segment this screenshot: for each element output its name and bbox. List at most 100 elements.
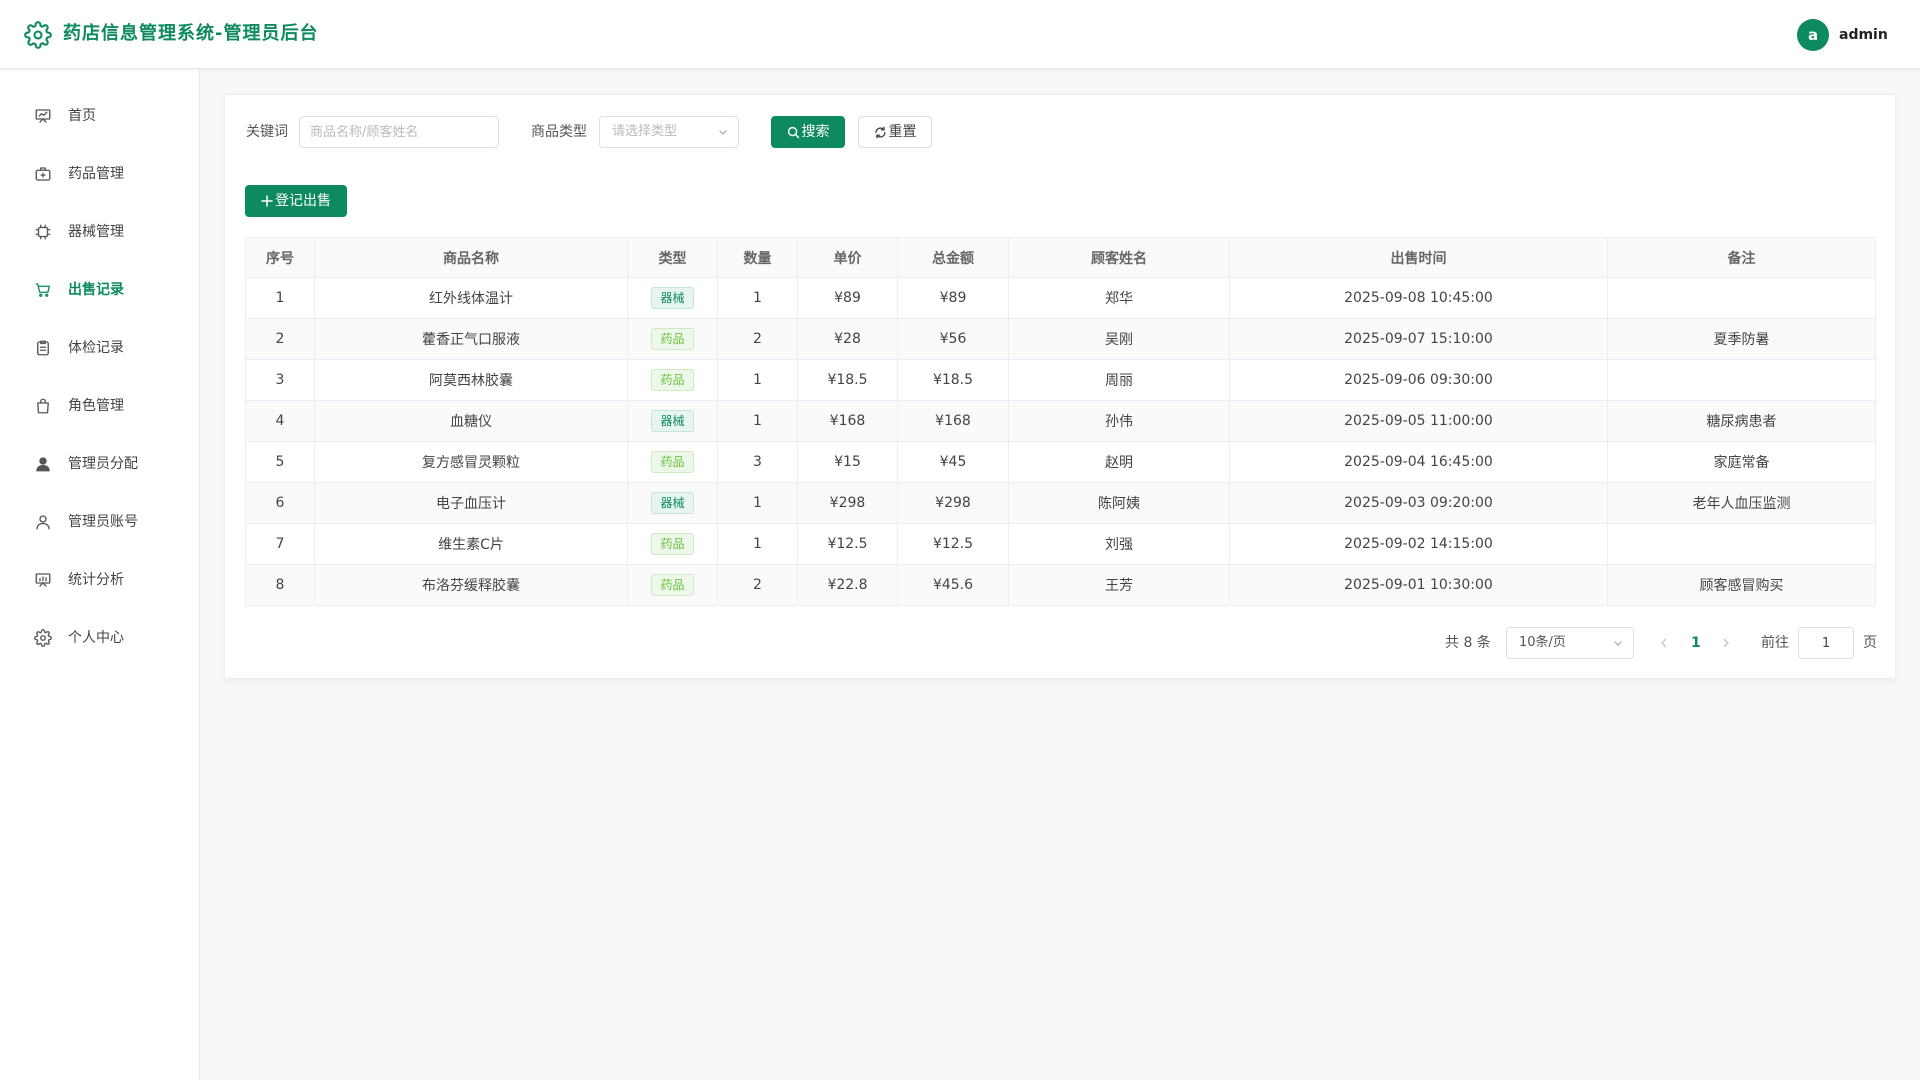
chevron-left-icon[interactable] [1655,633,1673,653]
col-header-qty[interactable]: 数量 [717,237,798,278]
sidebar-item-label: 首页 [68,108,96,124]
col-header-total[interactable]: 总金额 [897,237,1009,278]
refresh-icon [874,126,886,138]
keyword-input[interactable] [299,116,499,148]
sidebar-item-device-management[interactable]: 器械管理 [0,203,199,261]
cell-name: 复方感冒灵颗粒 [314,441,628,483]
cell-price: ¥298 [797,482,898,524]
sidebar-item-sales-records[interactable]: 出售记录 [0,261,199,319]
sidebar-item-home[interactable]: 首页 [0,87,199,145]
sidebar-item-checkup-records[interactable]: 体检记录 [0,319,199,377]
table-row[interactable]: 6 电子血压计 器械 1 ¥298 ¥298 陈阿姨 2025-09-03 09… [245,482,1876,524]
chevron-down-icon [1614,641,1622,646]
page-unit-label: 页 [1863,635,1877,651]
table-row[interactable]: 7 维生素C片 药品 1 ¥12.5 ¥12.5 刘强 2025-09-02 1… [245,523,1876,565]
avatar[interactable]: a [1797,19,1829,51]
type-tag: 器械 [651,287,694,309]
cell-qty: 1 [717,277,798,319]
sidebar-item-profile[interactable]: 个人中心 [0,609,199,667]
reset-button[interactable]: 重置 [858,116,932,148]
cell-time: 2025-09-07 15:10:00 [1229,318,1608,360]
cell-qty: 1 [717,359,798,401]
username[interactable]: admin [1839,25,1888,45]
type-tag: 器械 [651,410,694,432]
chip-icon [35,224,51,240]
table-row[interactable]: 2 藿香正气口服液 药品 2 ¥28 ¥56 吴刚 2025-09-07 15:… [245,318,1876,360]
cell-name: 电子血压计 [314,482,628,524]
sidebar-item-admin-accounts[interactable]: 管理员账号 [0,493,199,551]
cell-no: 7 [245,523,315,565]
user-filled-icon [36,457,50,472]
gear-icon [34,629,52,647]
type-label: 商品类型 [531,124,587,140]
cell-customer: 孙伟 [1008,400,1230,442]
sidebar: 首页 药品管理 器械管理 出售记录 体检记录 角色管理 管理员分配 管理员账号 … [0,69,200,1080]
cell-time: 2025-09-01 10:30:00 [1229,564,1608,606]
cell-type: 器械 [627,482,718,524]
cell-qty: 1 [717,482,798,524]
sidebar-item-drug-management[interactable]: 药品管理 [0,145,199,203]
type-tag: 器械 [651,492,694,514]
sidebar-item-role-management[interactable]: 角色管理 [0,377,199,435]
cart-icon [35,283,51,297]
cell-customer: 陈阿姨 [1008,482,1230,524]
cell-note [1607,523,1876,565]
table-row[interactable]: 3 阿莫西林胶囊 药品 1 ¥18.5 ¥18.5 周丽 2025-09-06 … [245,359,1876,401]
goto-page-input[interactable] [1798,627,1854,659]
col-header-customer[interactable]: 顾客姓名 [1008,237,1230,278]
cell-price: ¥28 [797,318,898,360]
sales-records-card: 关键词 商品类型 请选择类型 搜索 重置 登记出售 序号 商品名称 类型 数量 … [224,94,1896,679]
col-header-type[interactable]: 类型 [627,237,718,278]
table-header-row: 序号 商品名称 类型 数量 单价 总金额 顾客姓名 出售时间 备注 [245,237,1876,278]
cell-time: 2025-09-08 10:45:00 [1229,277,1608,319]
cell-qty: 2 [717,318,798,360]
cell-no: 8 [245,564,315,606]
table-row[interactable]: 5 复方感冒灵颗粒 药品 3 ¥15 ¥45 赵明 2025-09-04 16:… [245,441,1876,483]
chevron-right-icon[interactable] [1717,633,1735,653]
table-row[interactable]: 4 血糖仪 器械 1 ¥168 ¥168 孙伟 2025-09-05 11:00… [245,400,1876,442]
search-button-label: 搜索 [801,124,830,140]
sidebar-item-statistics[interactable]: 统计分析 [0,551,199,609]
reset-button-label: 重置 [888,124,917,140]
cell-total: ¥18.5 [897,359,1009,401]
cell-no: 6 [245,482,315,524]
page-number-1[interactable]: 1 [1691,633,1701,653]
app-title: 药店信息管理系统-管理员后台 [63,23,319,44]
cell-total: ¥12.5 [897,523,1009,565]
goto-label: 前往 [1761,635,1789,651]
type-select[interactable]: 请选择类型 [599,116,739,148]
col-header-time[interactable]: 出售时间 [1229,237,1608,278]
cell-no: 2 [245,318,315,360]
col-header-note[interactable]: 备注 [1607,237,1876,278]
cell-total: ¥298 [897,482,1009,524]
page-size-select[interactable]: 10条/页 [1506,627,1634,659]
cell-type: 药品 [627,523,718,565]
cell-qty: 3 [717,441,798,483]
cell-price: ¥12.5 [797,523,898,565]
cell-qty: 1 [717,523,798,565]
sales-table: 序号 商品名称 类型 数量 单价 总金额 顾客姓名 出售时间 备注 1 红外线体… [245,237,1876,606]
col-header-name[interactable]: 商品名称 [314,237,628,278]
add-sale-button[interactable]: 登记出售 [245,185,347,217]
col-header-no[interactable]: 序号 [245,237,315,278]
type-tag: 药品 [651,369,694,391]
table-row[interactable]: 1 红外线体温计 器械 1 ¥89 ¥89 郑华 2025-09-08 10:4… [245,277,1876,319]
sidebar-item-admin-assign[interactable]: 管理员分配 [0,435,199,493]
sidebar-item-label: 药品管理 [68,166,124,182]
type-tag: 药品 [651,451,694,473]
chart-icon [35,573,51,587]
cell-type: 药品 [627,441,718,483]
cell-name: 红外线体温计 [314,277,628,319]
table-row[interactable]: 8 布洛芬缓释胶囊 药品 2 ¥22.8 ¥45.6 王芳 2025-09-01… [245,564,1876,606]
col-header-price[interactable]: 单价 [797,237,898,278]
cell-note: 家庭常备 [1607,441,1876,483]
search-button[interactable]: 搜索 [771,116,845,148]
pagination-total: 共 8 条 [1445,635,1491,651]
cell-type: 药品 [627,564,718,606]
sidebar-item-label: 统计分析 [68,572,124,588]
cell-price: ¥168 [797,400,898,442]
clipboard-icon [37,340,49,356]
cell-note: 老年人血压监测 [1607,482,1876,524]
cell-total: ¥45.6 [897,564,1009,606]
cell-time: 2025-09-02 14:15:00 [1229,523,1608,565]
